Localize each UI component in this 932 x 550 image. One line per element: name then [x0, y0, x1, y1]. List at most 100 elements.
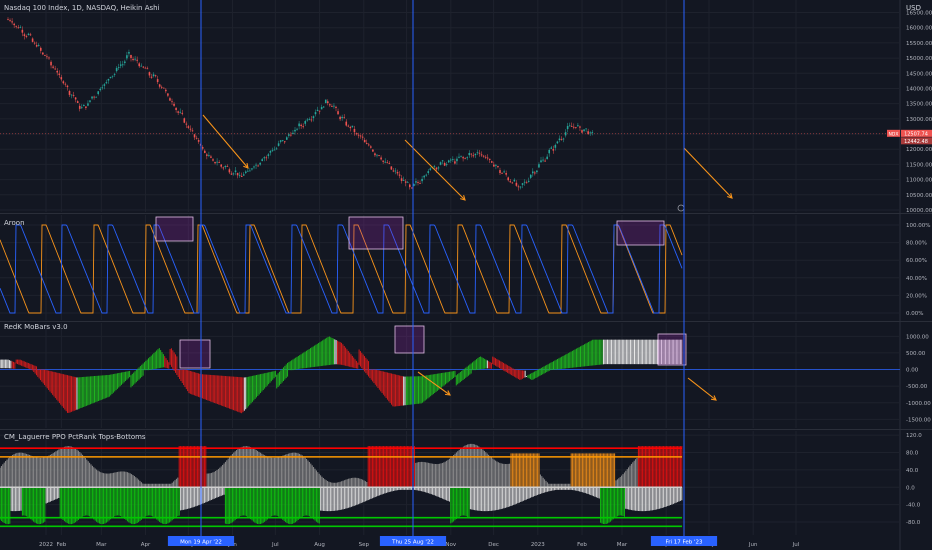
candle-body: [511, 182, 514, 184]
candle-body: [216, 161, 218, 163]
candle-body: [308, 119, 311, 121]
candle-body: [78, 105, 81, 109]
candle-body: [450, 159, 452, 161]
candle-body: [575, 126, 577, 128]
candle-body: [320, 107, 323, 110]
candle-body: [46, 56, 48, 58]
candle-body: [351, 125, 354, 127]
candle-body: [187, 126, 190, 128]
candle-body: [482, 155, 485, 157]
candle-body: [163, 87, 165, 89]
mobars-tick-label: 1000.00: [906, 334, 929, 340]
candle-body: [224, 165, 227, 168]
candle-body: [380, 157, 382, 160]
candle-body: [134, 58, 136, 60]
candle-body: [126, 55, 128, 59]
candle-body: [146, 68, 149, 70]
candle-body: [458, 156, 460, 158]
mobars-tick-label: -500.00: [906, 384, 928, 390]
symbol-label: NDX: [889, 131, 899, 137]
laguerre-tick-label: 40.0: [906, 468, 919, 474]
candle-body: [257, 165, 259, 167]
candle-body: [193, 134, 196, 138]
candle-body: [97, 91, 99, 95]
pane-0-background: [0, 0, 932, 212]
x-tick-label: Sep: [359, 542, 370, 548]
x-tick-label: Nov: [445, 542, 456, 548]
price-tick-label: 16000.00: [906, 26, 932, 32]
candle-body: [171, 101, 173, 103]
candle-body: [382, 160, 384, 162]
candle-body: [275, 148, 278, 150]
candle-body: [249, 170, 251, 172]
candle-body: [44, 55, 46, 56]
candle-body: [228, 169, 231, 173]
candle-body: [554, 144, 557, 148]
currency-label: USD: [906, 4, 921, 12]
candle-body: [142, 66, 145, 68]
price-tick-label: 10000.00: [906, 208, 932, 214]
candle-body: [115, 68, 118, 72]
chart-canvas: 2022FebMarAprMayJunJulAugSepOctNovDec202…: [0, 0, 932, 550]
candle-body: [60, 77, 63, 80]
candle-body: [19, 27, 22, 28]
candle-body: [562, 138, 565, 140]
candle-body: [406, 181, 409, 183]
candle-body: [529, 174, 532, 178]
aroon-tick-label: 40.00%: [906, 276, 927, 282]
candle-body: [546, 156, 548, 160]
x-tick-label: Apr: [141, 542, 151, 548]
candle-body: [368, 144, 370, 146]
candle-body: [538, 164, 540, 168]
candle-body: [560, 139, 563, 140]
candle-body: [339, 116, 341, 120]
candle-body: [409, 184, 411, 188]
candle-body: [327, 101, 329, 104]
candle-body: [507, 177, 509, 181]
candle-body: [322, 106, 325, 108]
candle-body: [76, 101, 79, 103]
candle-body: [220, 164, 222, 167]
candle-body: [298, 123, 300, 127]
candle-body: [503, 171, 505, 173]
candle-body: [136, 59, 138, 61]
candle-body: [394, 170, 397, 172]
candle-body: [464, 158, 466, 160]
candle-body: [253, 166, 255, 168]
candle-body: [236, 172, 239, 176]
candle-body: [15, 25, 17, 27]
candle-body: [456, 158, 458, 162]
candle-body: [105, 82, 108, 84]
candle-body: [443, 163, 446, 166]
candle-body: [70, 94, 73, 96]
candle-body: [568, 125, 571, 127]
candle-body: [329, 104, 331, 106]
candle-body: [550, 147, 553, 149]
candle-body: [148, 72, 151, 76]
x-tick-label: 2022: [39, 542, 53, 548]
marker-date-label-3: Fri 17 Feb '23: [665, 540, 703, 546]
candle-body: [238, 174, 241, 176]
candle-body: [454, 161, 456, 164]
candle-body: [423, 175, 425, 178]
candle-body: [89, 100, 91, 102]
candle-body: [64, 83, 67, 85]
candle-body: [56, 70, 58, 73]
candle-body: [542, 159, 544, 161]
candle-body: [591, 132, 594, 133]
x-tick-label: 2023: [531, 542, 545, 548]
candle-body: [165, 89, 167, 92]
candle-body: [204, 150, 206, 153]
candle-body: [189, 128, 192, 130]
candle-body: [400, 178, 403, 181]
candle-body: [558, 138, 561, 141]
candle-body: [415, 181, 417, 183]
candle-body: [493, 164, 495, 167]
candle-body: [197, 140, 200, 142]
candle-body: [109, 76, 112, 78]
price-tick-label: 15000.00: [906, 56, 932, 62]
candle-body: [58, 73, 61, 75]
candle-body: [468, 153, 471, 156]
candle-body: [175, 107, 177, 111]
candle-body: [150, 76, 153, 78]
